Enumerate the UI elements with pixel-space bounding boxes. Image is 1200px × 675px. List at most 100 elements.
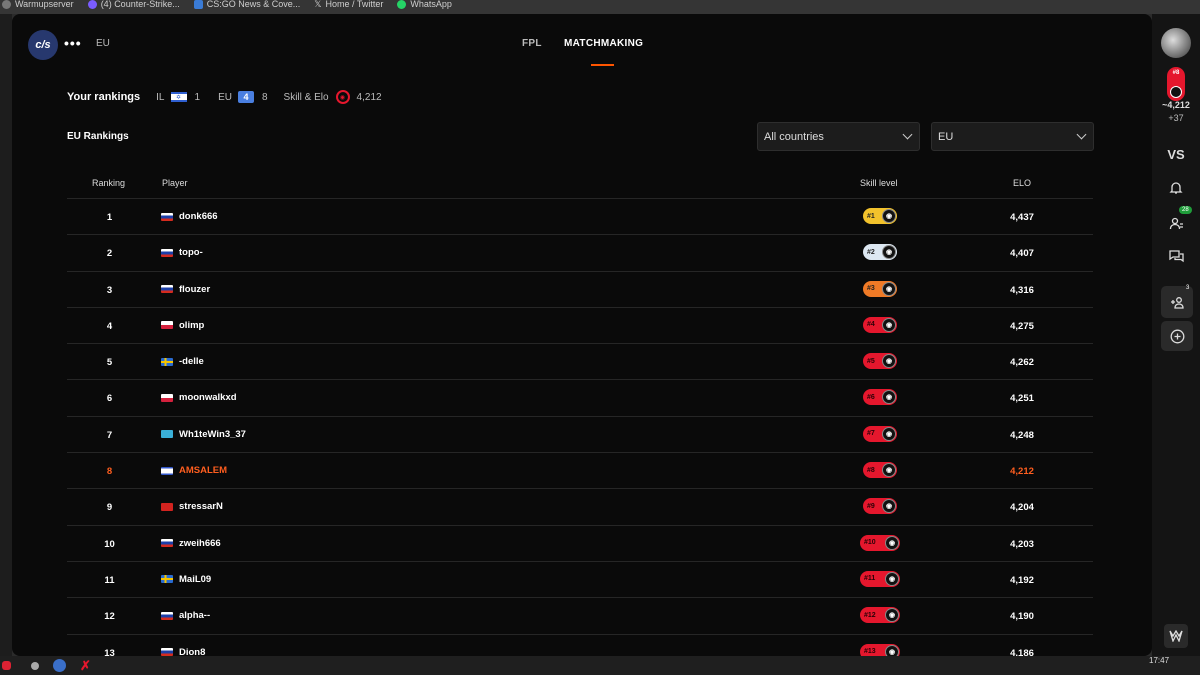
your-rankings-title: Your rankings xyxy=(67,91,141,103)
table-row[interactable]: 2 topo- #2 ◉ 4,407 xyxy=(67,235,1093,272)
notifications-bell-icon[interactable] xyxy=(1152,179,1200,197)
player-name[interactable]: stressarN xyxy=(179,501,223,512)
player-name[interactable]: zweih666 xyxy=(179,538,221,549)
player-name[interactable]: flouzer xyxy=(179,284,210,295)
il-label: IL xyxy=(156,91,165,103)
player-cell[interactable]: MaiL09 xyxy=(161,574,211,585)
bookmark-item[interactable]: (4) Counter-Strike... xyxy=(87,0,180,9)
rankings-app: c/s ••• EU FPL MATCHMAKING Your rankings… xyxy=(12,14,1152,656)
skill-level-icon: ◉ xyxy=(882,463,896,478)
elo-cell: 4,437 xyxy=(1010,212,1034,223)
skill-level-text: #1 xyxy=(867,212,875,220)
player-cell[interactable]: topo- xyxy=(161,247,203,258)
bookmark-item[interactable]: CS:GO News & Cove... xyxy=(193,0,300,9)
rank-cell: 2 xyxy=(106,248,113,260)
app-logo[interactable]: c/s xyxy=(28,30,58,60)
chat-icon[interactable] xyxy=(1152,247,1200,267)
player-name[interactable]: moonwalkxd xyxy=(179,392,237,403)
arrow-icon[interactable] xyxy=(31,661,39,670)
skill-level-text: #7 xyxy=(867,430,875,438)
user-avatar[interactable] xyxy=(1152,26,1200,60)
browser-icon[interactable] xyxy=(53,659,66,672)
bookmark-icon xyxy=(87,0,97,9)
bookmark-item[interactable]: 𝕏 Home / Twitter xyxy=(314,0,383,10)
active-tab-indicator xyxy=(591,64,614,66)
tab-fpl[interactable]: FPL xyxy=(522,38,542,49)
friends-icon[interactable]: 28 xyxy=(1152,206,1200,233)
player-cell[interactable]: flouzer xyxy=(161,284,210,295)
country-flag-icon xyxy=(161,611,173,620)
bookmark-item[interactable]: Warmupserver xyxy=(2,0,74,9)
player-cell[interactable]: moonwalkxd xyxy=(161,392,237,403)
player-cell[interactable]: zweih666 xyxy=(161,538,221,549)
rankings-table-body: 1 donk666 #1 ◉ 4,437 2 topo- #2 ◉ 4,407 3 … xyxy=(67,199,1093,656)
player-name[interactable]: Dion8 xyxy=(179,647,205,656)
skill-level-badge: #3 ◉ xyxy=(863,280,897,297)
player-cell[interactable]: donk666 xyxy=(161,211,218,222)
start-icon[interactable] xyxy=(2,661,11,670)
skill-level-text: #6 xyxy=(867,393,875,401)
party-count-badge: 3 xyxy=(1186,285,1190,291)
player-cell[interactable]: -delle xyxy=(161,356,204,367)
player-cell[interactable]: stressarN xyxy=(161,501,223,512)
elo-cell: 4,212 xyxy=(1010,466,1034,478)
player-cell[interactable]: Wh1teWin3_37 xyxy=(161,429,246,440)
skill-level-icon: ◉ xyxy=(882,426,896,441)
player-name[interactable]: -delle xyxy=(179,356,204,367)
skill-level-text: #4 xyxy=(867,321,875,329)
skill-level-icon: ◉ xyxy=(885,535,899,550)
skill-level-icon: ◉ xyxy=(885,571,899,586)
player-name[interactable]: olimp xyxy=(179,320,204,331)
table-row[interactable]: 1 donk666 #1 ◉ 4,437 xyxy=(67,199,1093,236)
left-window-edge xyxy=(0,14,12,656)
party-icon[interactable]: 3 xyxy=(1161,285,1193,318)
table-row[interactable]: 13 Dion8 #13 ◉ 4,186 xyxy=(67,635,1093,656)
player-name[interactable]: alpha-- xyxy=(179,610,210,621)
player-name[interactable]: AMSALEM xyxy=(179,465,227,476)
bookmark-item[interactable]: WhatsApp xyxy=(397,0,452,9)
player-cell[interactable]: alpha-- xyxy=(161,610,210,621)
table-row[interactable]: 12 alpha-- #12 ◉ 4,190 xyxy=(67,598,1093,635)
table-row[interactable]: 4 olimp #4 ◉ 4,275 xyxy=(67,308,1093,345)
table-row[interactable]: 3 flouzer #3 ◉ 4,316 xyxy=(67,272,1093,308)
table-row[interactable]: 6 moonwalkxd #6 ◉ 4,251 xyxy=(67,380,1093,417)
vs-button[interactable]: VS xyxy=(1152,145,1200,163)
skill-level-badge: #5 ◉ xyxy=(863,353,897,370)
player-name[interactable]: donk666 xyxy=(179,211,218,222)
bookmarks-bar: Warmupserver (4) Counter-Strike... CS:GO… xyxy=(0,0,1200,14)
faceit-logo-icon[interactable] xyxy=(1164,624,1188,648)
table-row[interactable]: 10 zweih666 #10 ◉ 4,203 xyxy=(67,526,1093,562)
player-name[interactable]: topo- xyxy=(179,247,203,258)
skill-level-text: #9 xyxy=(867,502,875,510)
elo-cell: 4,190 xyxy=(1010,611,1034,623)
skill-level-icon: ◉ xyxy=(335,90,350,104)
table-row[interactable]: 5 -delle #5 ◉ 4,262 xyxy=(67,344,1093,381)
skill-level-icon: ◉ xyxy=(882,317,896,332)
country-flag-icon xyxy=(161,648,173,656)
region-label[interactable]: EU xyxy=(96,38,110,49)
player-cell[interactable]: olimp xyxy=(161,320,204,331)
player-cell[interactable]: Dion8 xyxy=(161,647,205,656)
more-menu-button[interactable]: ••• xyxy=(64,35,82,51)
table-row[interactable]: 11 MaiL09 #11 ◉ 4,192 xyxy=(67,562,1093,599)
region-select[interactable]: EU xyxy=(931,122,1094,151)
elo-cell: 4,251 xyxy=(1010,393,1034,405)
player-name[interactable]: Wh1teWin3_37 xyxy=(179,429,246,440)
faceit-app-icon[interactable]: ✗ xyxy=(80,658,91,674)
player-name[interactable]: MaiL09 xyxy=(179,574,211,585)
friends-count-badge: 28 xyxy=(1179,206,1192,214)
rank-cell: 4 xyxy=(106,320,113,332)
skill-level-badge: #11 ◉ xyxy=(860,570,900,587)
eu-rank: 8 xyxy=(261,91,268,103)
tab-matchmaking[interactable]: MATCHMAKING xyxy=(564,38,643,49)
player-cell[interactable]: AMSALEM xyxy=(161,465,227,476)
rank-cell: 10 xyxy=(104,538,115,550)
table-row[interactable]: 7 Wh1teWin3_37 #7 ◉ 4,248 xyxy=(67,417,1093,454)
table-row[interactable]: 8 AMSALEM #8 ◉ 4,212 xyxy=(67,453,1093,490)
add-circle-icon[interactable] xyxy=(1161,321,1193,351)
country-select[interactable]: All countries xyxy=(757,122,920,151)
elo-cell: 4,204 xyxy=(1010,502,1034,514)
skill-level-badge: #10 ◉ xyxy=(860,534,900,551)
table-row[interactable]: 9 stressarN #9 ◉ 4,204 xyxy=(67,489,1093,526)
skill-level-badge[interactable]: #8 xyxy=(1152,66,1200,102)
